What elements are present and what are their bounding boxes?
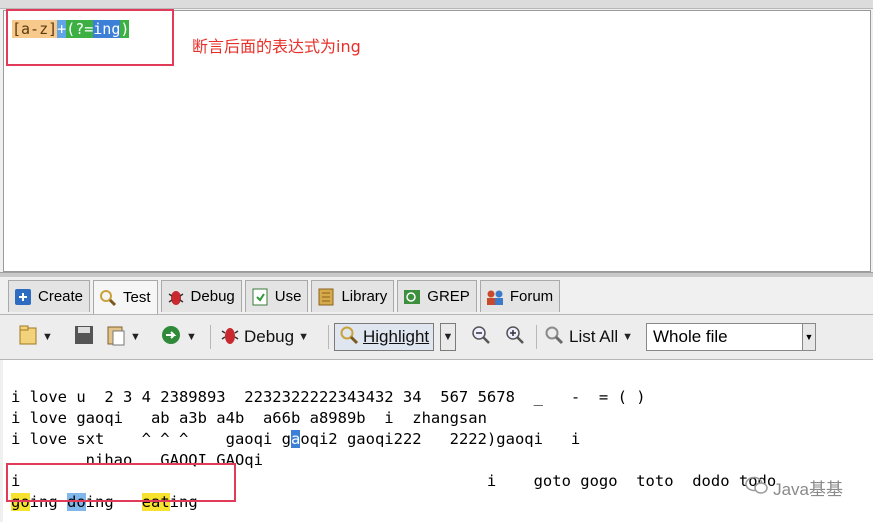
tab-use-label: Use [274,288,302,305]
tab-library-label: Library [341,288,388,305]
zoom-in-icon [504,324,526,351]
window-top-edge [0,0,873,9]
test-toolbar: ▼ ▼ ▼ Debug ▼ Highlight ▼ List All ▼ Who… [0,314,873,360]
tab-debug[interactable]: Debug [160,280,242,312]
test-subject-text[interactable]: i love u 2 3 4 2389893 2232322222343432 … [3,360,873,522]
wechat-icon [745,475,769,500]
library-icon [316,287,336,307]
highlight-button-label: Highlight [363,327,430,346]
chevron-down-icon: ▼ [802,324,815,350]
tab-forum-label: Forum [509,288,554,305]
tab-forum[interactable]: Forum [479,280,561,312]
tab-create[interactable]: Create [8,280,91,312]
save-button[interactable] [74,323,94,351]
list-all-label: List All [569,327,619,346]
debug-button-label: Debug [244,327,295,346]
grep-icon [402,287,422,307]
toolbar-divider [536,325,537,349]
test-line: i love sxt ^ ^ ^ gaoqi gaoqi2 gaoqi222 2… [11,430,581,448]
zoom-in-button[interactable] [504,323,526,351]
magnifier-icon [339,325,359,350]
tab-library[interactable]: Library [311,280,395,312]
toolbar-divider [210,325,211,349]
tab-test[interactable]: Test [93,280,158,314]
paste-icon [106,324,126,351]
chevron-down-icon: ▼ [42,331,53,343]
bug-icon [166,287,186,307]
match-annotation-box [6,463,236,502]
chevron-down-icon: ▼ [622,331,634,343]
watermark-text: Java基基 [773,480,843,499]
chevron-down-icon: ▼ [130,331,141,343]
open-file-button[interactable]: ▼ [18,323,53,351]
tab-test-label: Test [123,289,151,306]
tab-use[interactable]: Use [244,280,309,312]
globe-icon [160,324,182,351]
use-icon [250,287,270,307]
highlight-options-dropdown[interactable]: ▼ [440,323,456,351]
tab-debug-label: Debug [190,288,235,305]
forum-icon [485,287,505,307]
zoom-out-button[interactable] [470,323,492,351]
regex-annotation-box [6,9,174,66]
toolbar-divider [328,325,329,349]
paste-button[interactable]: ▼ [106,323,141,351]
annotation-note: 断言后面的表达式为ing [192,37,361,56]
zoom-out-icon [470,324,492,351]
chevron-down-icon: ▼ [186,331,197,343]
pane-splitter[interactable] [0,272,873,277]
tab-bar: Create Test Debug Use Library GREP Forum [8,280,561,314]
magnifier-icon [98,288,118,308]
tab-grep[interactable]: GREP [397,280,477,312]
regex-editor[interactable]: [a-z]+(?=ing) 断言后面的表达式为ing [3,9,871,272]
tab-create-label: Create [38,288,84,305]
tab-grep-label: GREP [427,288,470,305]
test-line: i love gaoqi ab a3b a4b a66b a8989b i zh… [11,409,487,427]
highlight-button[interactable]: Highlight [334,323,435,351]
folder-icon [18,324,38,351]
test-line: i love u 2 3 4 2389893 2232322222343432 … [11,388,646,406]
watermark: Java基基 [745,475,843,500]
chevron-down-icon: ▼ [442,331,454,343]
web-button[interactable]: ▼ [160,323,197,351]
create-icon [13,287,33,307]
list-all-button[interactable]: List All ▼ [544,323,633,351]
bug-icon [220,324,240,351]
scope-select-value: Whole file [653,327,728,346]
scope-select[interactable]: Whole file ▼ [646,323,816,351]
magnifier-icon [544,325,564,350]
chevron-down-icon: ▼ [298,331,309,343]
debug-button[interactable]: Debug ▼ [220,323,309,351]
save-icon [74,325,94,350]
text-cursor: a [290,430,301,448]
